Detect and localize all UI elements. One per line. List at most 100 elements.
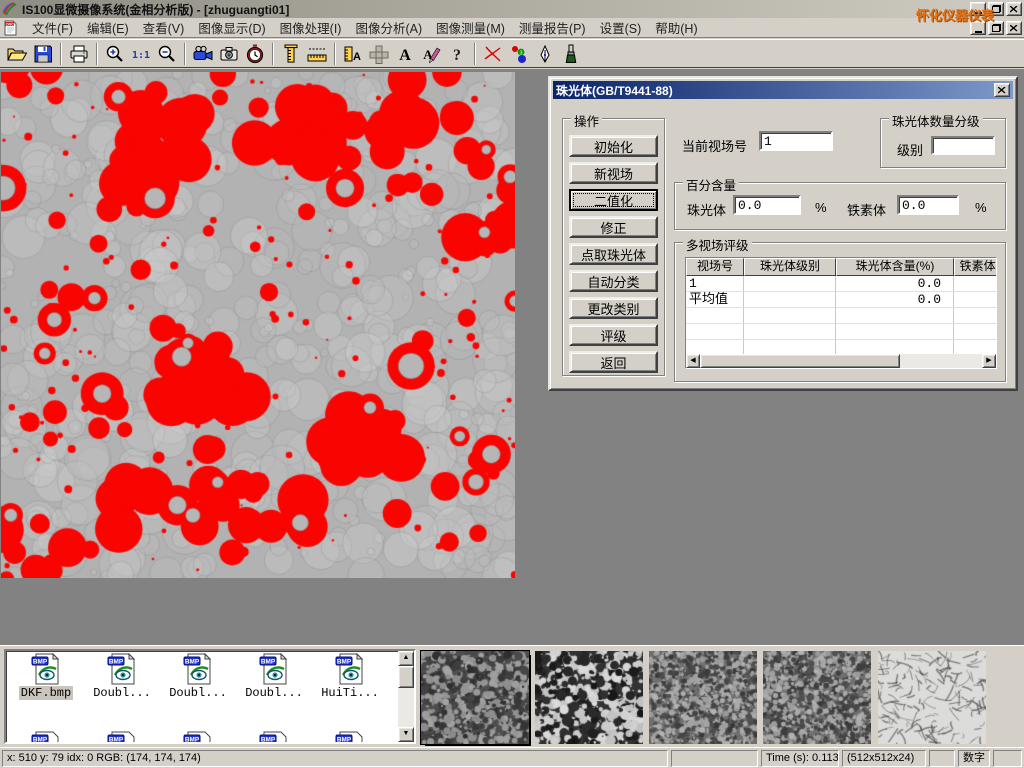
file-name[interactable]: HuiTi... — [319, 686, 381, 700]
svg-text:BMP: BMP — [261, 658, 276, 665]
ferrite-input[interactable] — [897, 195, 959, 215]
classify-balls-icon[interactable]: 3 — [506, 41, 532, 66]
vscroll-thumb[interactable] — [398, 666, 414, 688]
change-class-button[interactable]: 更改类别 — [569, 297, 658, 319]
hscroll-track[interactable] — [900, 354, 982, 368]
text-label-icon[interactable]: A — [392, 41, 418, 66]
ruler-icon[interactable] — [304, 41, 330, 66]
file-name[interactable]: DKF.bmp — [19, 686, 73, 700]
open-folder-icon[interactable] — [4, 41, 30, 66]
file-item[interactable]: BMP — [160, 731, 236, 744]
level-input[interactable] — [931, 136, 995, 155]
table-row[interactable]: 平均值 0.0 — [686, 292, 996, 308]
camera-icon[interactable] — [216, 41, 242, 66]
thumbnail-5[interactable] — [878, 651, 986, 744]
file-name[interactable]: Doubl... — [91, 686, 153, 700]
menu-item-file[interactable]: 文件(F) — [25, 16, 80, 39]
text-edit-icon[interactable]: A — [418, 41, 444, 66]
file-item[interactable]: BMP Doubl... — [236, 653, 312, 700]
caliper-icon[interactable] — [278, 41, 304, 66]
thumbnail-3[interactable] — [649, 651, 757, 744]
multi-field-group: 多视场评级 视场号 珠光体级别 珠光体含量(%) 铁素体含量(%) 1 0.0 … — [674, 242, 1006, 382]
print-icon[interactable] — [66, 41, 92, 66]
file-item[interactable]: BMP — [8, 731, 84, 744]
menu-item-measure-report[interactable]: 测量报告(P) — [512, 16, 593, 39]
menu-item-edit[interactable]: 编辑(E) — [80, 16, 136, 39]
init-button[interactable]: 初始化 — [569, 135, 658, 157]
help-icon[interactable]: ? — [444, 41, 470, 66]
thumbnail-4[interactable] — [763, 651, 871, 744]
mdi-minimize-icon[interactable] — [970, 21, 986, 35]
file-item[interactable]: BMP — [236, 731, 312, 744]
correct-button[interactable]: 修正 — [569, 216, 658, 238]
pearlite-dialog: 珠光体(GB/T9441-88) 操作 初始化 新视场 二值化 修正 点取珠光体… — [548, 76, 1018, 391]
cell-field-no: 1 — [686, 276, 744, 291]
file-name[interactable]: Doubl... — [167, 686, 229, 700]
dialog-close-icon[interactable] — [994, 83, 1010, 97]
dialog-title-bar[interactable]: 珠光体(GB/T9441-88) — [553, 81, 1013, 99]
curve-erase-icon[interactable] — [480, 41, 506, 66]
cell-level — [744, 276, 836, 291]
new-field-button[interactable]: 新视场 — [569, 162, 658, 184]
grading-table-header: 视场号 珠光体级别 珠光体含量(%) 铁素体含量(%) — [686, 258, 996, 276]
restore-icon[interactable] — [988, 2, 1004, 16]
current-field-input[interactable] — [759, 131, 833, 151]
timer-icon[interactable] — [242, 41, 268, 66]
table-hscrollbar[interactable]: ◀ ▶ — [686, 354, 996, 368]
menu-item-image-measure[interactable]: 图像测量(M) — [429, 16, 512, 39]
scroll-right-icon[interactable]: ▶ — [982, 354, 996, 368]
file-item[interactable]: BMP Doubl... — [84, 653, 160, 700]
file-item[interactable]: BMP — [312, 731, 388, 744]
binarize-button[interactable]: 二值化 — [569, 189, 658, 211]
file-item[interactable]: BMP DKF.bmp — [8, 653, 84, 700]
brush-icon[interactable] — [558, 41, 584, 66]
svg-text:BMP: BMP — [261, 736, 276, 743]
scroll-left-icon[interactable]: ◀ — [686, 354, 700, 368]
video-camera-icon[interactable] — [190, 41, 216, 66]
return-button[interactable]: 返回 — [569, 351, 658, 373]
minimize-icon[interactable] — [970, 2, 986, 16]
file-name[interactable]: Doubl... — [243, 686, 305, 700]
menu-item-settings[interactable]: 设置(S) — [593, 16, 649, 39]
pen-icon[interactable] — [532, 41, 558, 66]
file-panel: BMP DKF.bmp BMP Doubl... BMP Doubl... BM… — [0, 645, 1024, 747]
grid-icon[interactable] — [366, 41, 392, 66]
file-item[interactable]: BMP HuiTi... — [312, 653, 388, 700]
auto-classify-button[interactable]: 自动分类 — [569, 270, 658, 292]
zoom-out-icon[interactable] — [154, 41, 180, 66]
thumbnail-1[interactable] — [421, 651, 529, 744]
pick-pearlite-button[interactable]: 点取珠光体 — [569, 243, 658, 265]
menu-item-image-display[interactable]: 图像显示(D) — [191, 16, 272, 39]
main-image[interactable] — [1, 72, 515, 578]
table-row[interactable]: 1 0.0 — [686, 276, 996, 292]
save-icon[interactable] — [30, 41, 56, 66]
ferrite-unit: % — [975, 200, 987, 215]
file-item[interactable]: BMP — [84, 731, 160, 744]
operations-group: 操作 初始化 新视场 二值化 修正 点取珠光体 自动分类 更改类别 评级 返回 — [562, 118, 665, 376]
menu-item-image-process[interactable]: 图像处理(I) — [273, 16, 349, 39]
cell-extra — [954, 276, 997, 291]
file-listbox[interactable]: BMP DKF.bmp BMP Doubl... BMP Doubl... BM… — [4, 649, 416, 744]
menu-item-view[interactable]: 查看(V) — [136, 16, 192, 39]
document-icon[interactable]: DOC — [3, 20, 19, 36]
close-icon[interactable] — [1006, 2, 1022, 16]
svg-text:BMP: BMP — [185, 736, 200, 743]
operations-group-label: 操作 — [571, 111, 602, 130]
grade-button[interactable]: 评级 — [569, 324, 658, 346]
menu-item-image-analysis[interactable]: 图像分析(A) — [348, 16, 429, 39]
mdi-close-icon[interactable] — [1006, 21, 1022, 35]
mdi-restore-icon[interactable] — [988, 21, 1004, 35]
actual-size-icon[interactable]: 1:1 — [128, 41, 154, 66]
thumbnail-2[interactable] — [535, 651, 643, 744]
scroll-down-icon[interactable]: ▼ — [398, 727, 414, 742]
scroll-up-icon[interactable]: ▲ — [398, 651, 414, 666]
file-item[interactable]: BMP Doubl... — [160, 653, 236, 700]
measure-text-icon[interactable]: A — [340, 41, 366, 66]
file-list-vscrollbar[interactable]: ▲ ▼ — [398, 651, 414, 742]
svg-text:BMP: BMP — [185, 658, 200, 665]
pearlite-input[interactable] — [733, 195, 801, 215]
hscroll-thumb[interactable] — [700, 354, 900, 368]
menu-item-help[interactable]: 帮助(H) — [648, 16, 704, 39]
zoom-in-icon[interactable] — [102, 41, 128, 66]
percent-group-label: 百分含量 — [683, 175, 739, 194]
